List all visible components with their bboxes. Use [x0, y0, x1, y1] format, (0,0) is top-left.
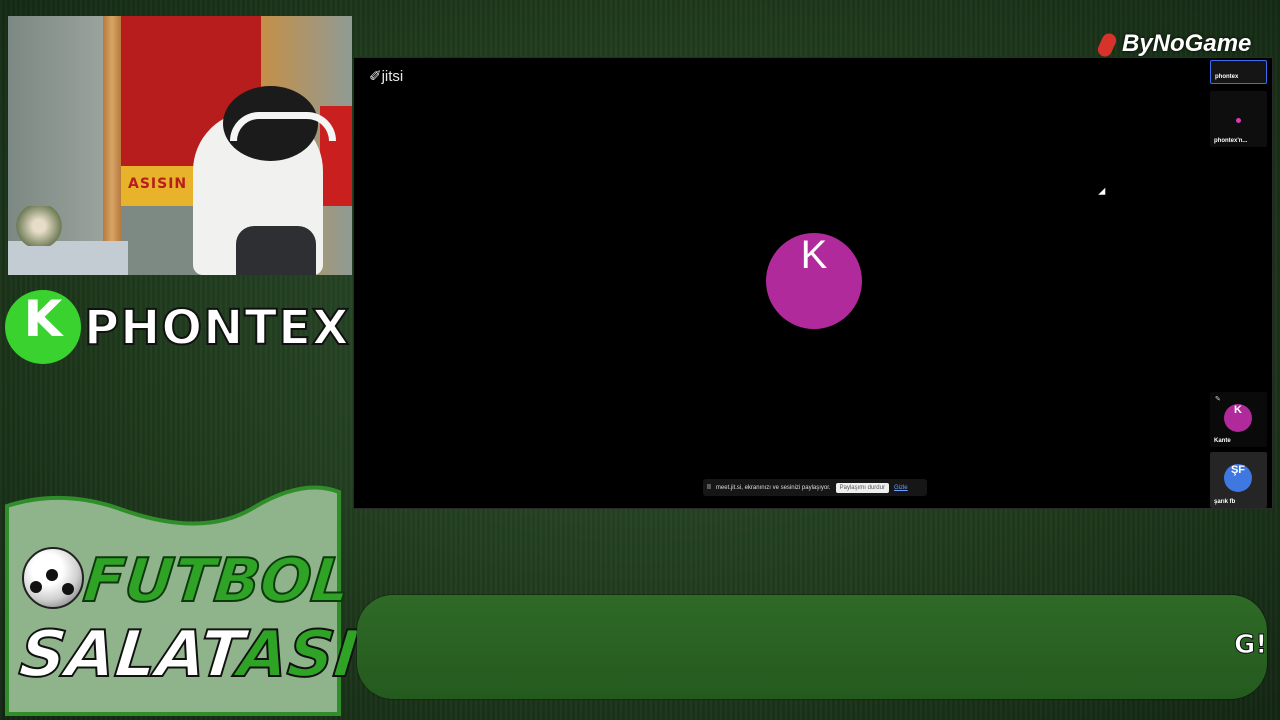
- soccer-ball-icon: [22, 547, 84, 609]
- webcam-plant: [14, 206, 64, 246]
- show-title-line2: SALATASI: [15, 617, 363, 693]
- brand-icon: [1095, 30, 1119, 59]
- kick-logo-letter: K: [23, 290, 63, 348]
- brand-logo: ByNoGame: [1095, 30, 1252, 59]
- tile-label: phontex: [1215, 74, 1239, 80]
- show-title-line2-a: SALAT: [15, 617, 243, 693]
- screen-preview-dot: [1236, 118, 1241, 123]
- webcam-door: [103, 16, 121, 275]
- news-ticker: [357, 595, 1267, 699]
- screen-share-bar: II meet.jit.si, ekranınızı ve sesinizi p…: [703, 479, 927, 496]
- brand-name: ByNoGame: [1122, 30, 1252, 57]
- tile-label: phontex'n...: [1214, 138, 1248, 144]
- ball-patch: [62, 583, 74, 595]
- filmstrip-tile-sarik-fb[interactable]: ŞF şarık fb: [1210, 452, 1267, 508]
- pause-icon: II: [707, 484, 711, 491]
- channel-name: PHONTEX: [83, 299, 350, 357]
- pin-icon[interactable]: ✎: [1215, 395, 1221, 403]
- jitsi-meeting-window: ✐jitsi K II meet.jit.si, ekranınızı ve s…: [353, 57, 1273, 509]
- main-participant-avatar[interactable]: K: [766, 233, 862, 329]
- filmstrip-tile-kante[interactable]: ✎ K Kante: [1210, 392, 1267, 447]
- jitsi-logo-icon: ✐: [369, 68, 382, 85]
- filmstrip-tile-phontex[interactable]: phontex: [1210, 60, 1267, 84]
- stop-sharing-button[interactable]: Paylaşımı durdur: [835, 482, 889, 493]
- participant-avatar: K: [1224, 404, 1252, 432]
- mouse-cursor-icon: [1098, 187, 1109, 199]
- hide-link[interactable]: Gizle: [894, 485, 908, 491]
- webcam-shelf: [8, 241, 128, 275]
- participant-avatar: ŞF: [1224, 464, 1252, 492]
- webcam-feed: ASISIN: [8, 16, 352, 275]
- filmstrip-tile-screen-share[interactable]: phontex'n...: [1210, 91, 1267, 147]
- ticker-text: G!: [1234, 630, 1264, 660]
- show-title-line2-b: ASI: [234, 617, 363, 693]
- tile-label: şarık fb: [1214, 499, 1236, 505]
- ball-patch: [46, 569, 58, 581]
- jitsi-logo-text: jitsi: [381, 68, 404, 85]
- jitsi-logo: ✐jitsi: [369, 67, 403, 85]
- show-title-line1: FUTBOL: [79, 545, 354, 617]
- webcam-chair: [236, 226, 316, 275]
- headphones: [230, 112, 336, 141]
- tile-label: Kante: [1214, 438, 1231, 444]
- share-message: meet.jit.si, ekranınızı ve sesinizi payl…: [715, 484, 831, 491]
- ball-patch: [30, 581, 42, 593]
